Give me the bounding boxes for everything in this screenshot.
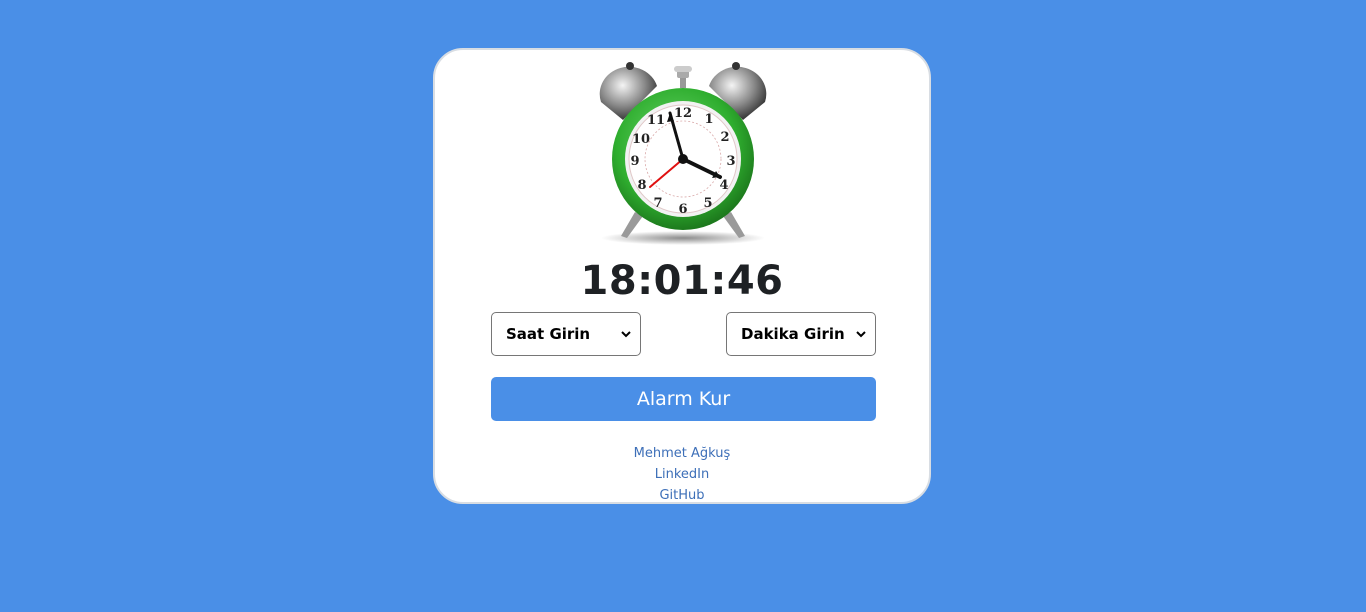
dial-number-12: 12 xyxy=(674,106,692,121)
dial-number-6: 6 xyxy=(678,202,687,217)
alarm-card: 12 1 2 3 4 5 6 7 8 9 10 11 18:01:46 Saat… xyxy=(433,48,931,504)
linkedin-link[interactable]: LinkedIn xyxy=(435,464,929,485)
chevron-down-icon xyxy=(621,331,631,338)
dial-number-9: 9 xyxy=(630,154,639,169)
dial-number-3: 3 xyxy=(726,154,735,169)
dial-number-8: 8 xyxy=(637,178,646,193)
dial-number-10: 10 xyxy=(632,132,650,147)
author-link[interactable]: Mehmet Ağkuş xyxy=(435,443,929,464)
minute-select-value: Dakika Girin xyxy=(741,325,845,343)
dial-number-4: 4 xyxy=(719,178,728,193)
minute-select[interactable]: Dakika Girin xyxy=(726,312,876,356)
chevron-down-icon xyxy=(856,331,866,338)
alarm-clock-icon: 12 1 2 3 4 5 6 7 8 9 10 11 xyxy=(593,62,773,246)
footer-links: Mehmet Ağkuş LinkedIn GitHub xyxy=(435,443,929,506)
set-alarm-button[interactable]: Alarm Kur xyxy=(491,377,876,421)
dial-number-2: 2 xyxy=(720,130,729,145)
dial-number-5: 5 xyxy=(703,196,712,211)
dial-number-11: 11 xyxy=(647,113,665,128)
hour-select[interactable]: Saat Girin xyxy=(491,312,641,356)
hour-select-value: Saat Girin xyxy=(506,325,591,343)
github-link[interactable]: GitHub xyxy=(435,485,929,506)
dial-number-1: 1 xyxy=(704,112,713,127)
current-time: 18:01:46 xyxy=(580,258,784,304)
dial-number-7: 7 xyxy=(653,196,662,211)
